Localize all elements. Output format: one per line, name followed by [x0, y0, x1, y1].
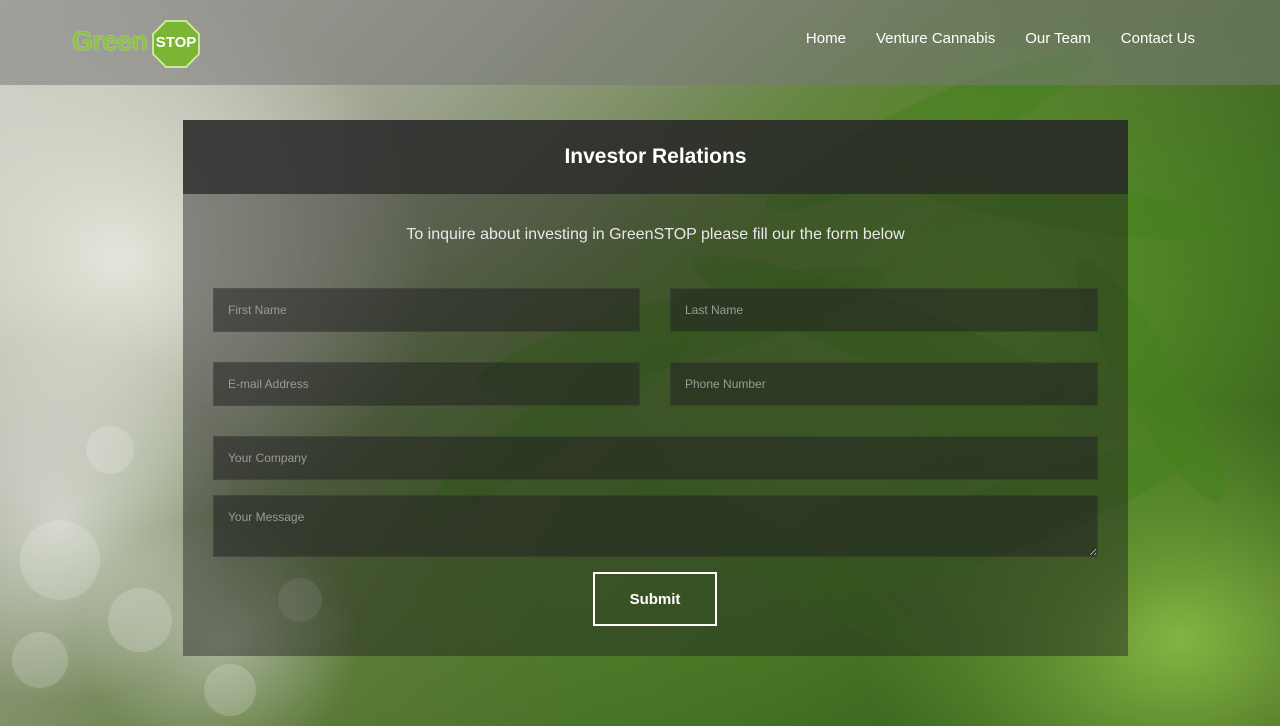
message-textarea[interactable] — [213, 495, 1098, 557]
first-name-input[interactable] — [213, 288, 640, 332]
company-input[interactable] — [213, 436, 1098, 480]
nav-venture-cannabis[interactable]: Venture Cannabis — [876, 30, 995, 47]
intro-text: To inquire about investing in GreenSTOP … — [406, 226, 905, 243]
nav-home[interactable]: Home — [806, 30, 846, 47]
investor-relations-panel: Investor Relations To inquire about inve… — [183, 120, 1128, 656]
last-name-input[interactable] — [670, 288, 1098, 332]
page-title: Investor Relations — [564, 145, 747, 168]
greenstop-logo[interactable]: Green STOP — [70, 20, 205, 70]
nav-contact-us[interactable]: Contact Us — [1121, 30, 1195, 47]
main-nav: Home Venture Cannabis Our Team Contact U… — [806, 30, 1195, 47]
phone-input[interactable] — [670, 362, 1098, 406]
logo-text: Green — [72, 26, 148, 56]
nav-our-team[interactable]: Our Team — [1025, 30, 1091, 47]
logo-badge-text: STOP — [155, 34, 197, 51]
top-navigation-bar: Green STOP Home Venture Cannabis Our Tea… — [0, 0, 1280, 85]
submit-button[interactable]: Submit — [593, 572, 717, 626]
panel-header: Investor Relations — [183, 120, 1128, 194]
email-input[interactable] — [213, 362, 640, 406]
